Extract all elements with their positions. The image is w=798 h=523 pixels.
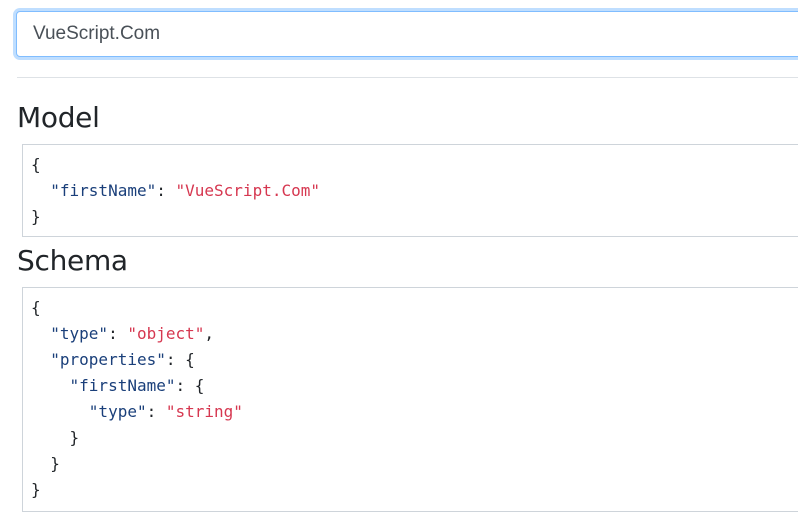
model-title: Model [17, 101, 100, 134]
json-colon: : [175, 376, 195, 395]
json-key: "firstName" [50, 181, 157, 200]
json-brace: } [31, 207, 41, 226]
json-string-value: "VueScript.Com" [175, 181, 321, 200]
json-brace: { [194, 376, 205, 395]
json-brace: { [31, 155, 41, 174]
json-brace: } [31, 480, 41, 499]
divider [17, 77, 798, 78]
json-string-value: "object" [127, 324, 205, 343]
model-json-view: { "firstName": "VueScript.Com" } [22, 144, 798, 237]
json-key: "type" [88, 402, 147, 421]
json-key: "firstName" [69, 376, 176, 395]
schema-json-view: { "type": "object", "properties": { "fir… [22, 287, 798, 512]
json-brace: } [69, 428, 80, 447]
json-string-value: "string" [165, 402, 243, 421]
json-colon: : [108, 324, 128, 343]
json-brace: } [50, 454, 60, 473]
page: Model { "firstName": "VueScript.Com" } S… [0, 0, 798, 523]
json-key: "properties" [50, 350, 166, 369]
json-comma: , [204, 324, 215, 343]
json-colon: : [146, 402, 166, 421]
json-brace: { [31, 298, 41, 317]
first-name-input[interactable] [16, 11, 798, 57]
json-key: "type" [50, 324, 109, 343]
json-brace: { [185, 350, 195, 369]
schema-title: Schema [17, 244, 128, 277]
json-colon: : [156, 181, 176, 200]
json-colon: : [165, 350, 186, 369]
